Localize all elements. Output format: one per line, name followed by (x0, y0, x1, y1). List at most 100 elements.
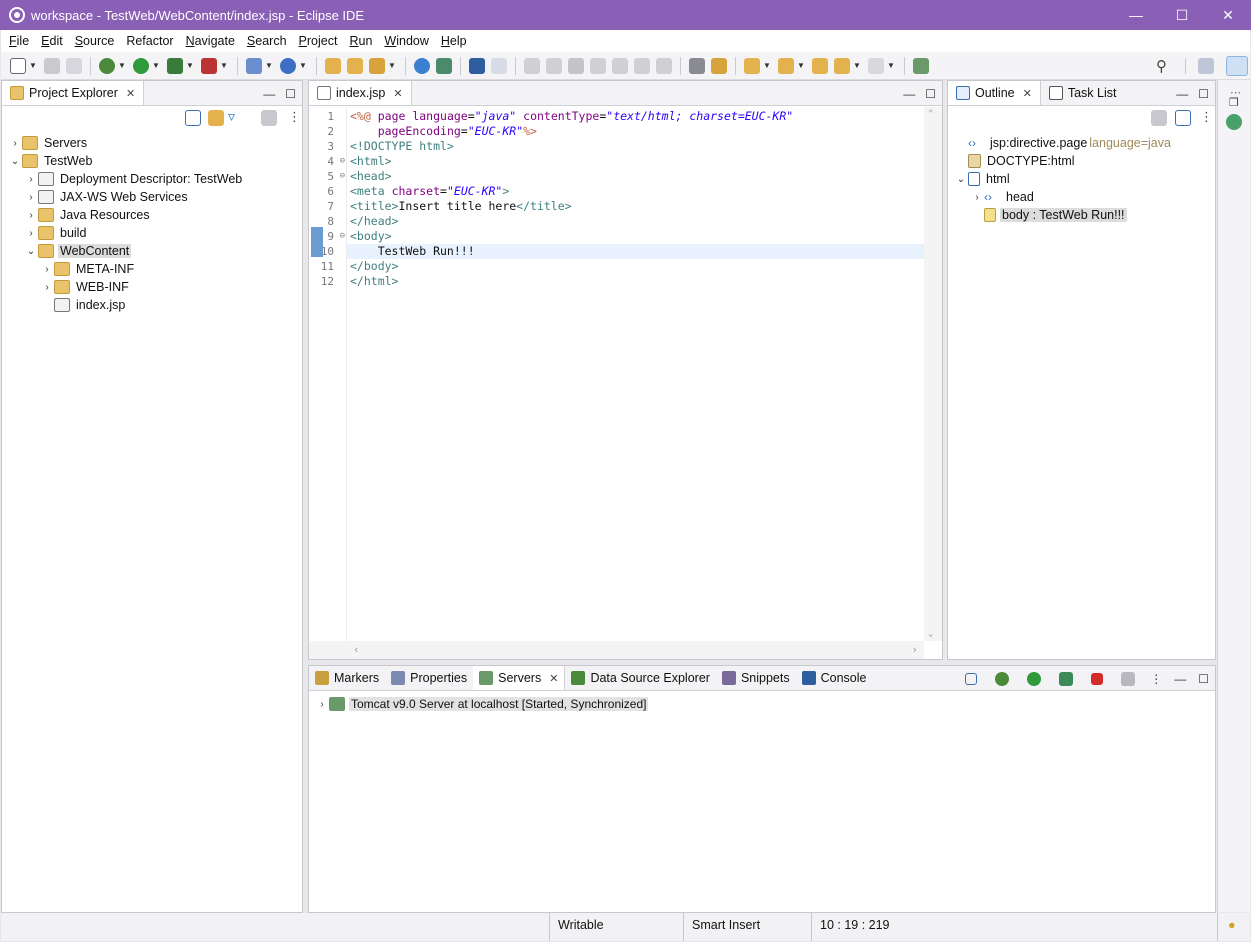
fold-toggle-icon[interactable]: ⊖ (340, 169, 345, 184)
code-line[interactable]: pageEncoding="EUC-KR"%> (347, 124, 924, 139)
code-line[interactable]: <head> (347, 169, 924, 184)
filter-icon[interactable]: ▿ (228, 108, 235, 125)
menu-file[interactable]: File (3, 30, 35, 52)
expand-arrow-icon[interactable]: › (24, 210, 38, 221)
vertical-scrollbar[interactable]: ⌃ ⌄ (924, 107, 942, 641)
close-icon[interactable]: ✕ (126, 87, 135, 100)
expand-arrow-icon[interactable]: › (8, 138, 22, 149)
code-area[interactable]: <%@ page language="java" contentType="te… (347, 107, 924, 641)
pin-editor-icon[interactable] (913, 57, 929, 74)
code-editor[interactable]: 1 2 3 4 ⊖ 5 ⊖ 6 7 8 9 ⊖ 10 11 12 <%@ page language="ja… (309, 107, 942, 659)
view-menu-icon[interactable]: ⋮ (1200, 109, 1213, 125)
view-menu-icon[interactable]: ⋮ (288, 109, 301, 125)
new-dropdown-icon[interactable]: ▼ (29, 61, 37, 70)
close-window-button[interactable]: ✕ (1205, 0, 1251, 30)
open-perspective-icon[interactable] (1198, 58, 1214, 74)
menu-refactor[interactable]: Refactor (120, 30, 179, 52)
server-row[interactable]: › Tomcat v9.0 Server at localhost [Start… (315, 695, 1209, 713)
expand-arrow-icon[interactable]: › (970, 192, 984, 203)
minimize-button[interactable]: — (1113, 0, 1159, 30)
outline-item[interactable]: ‹› jsp:directive.page language=java (948, 134, 1215, 152)
restore-icon[interactable]: ❐ (1229, 96, 1239, 109)
open-type-icon[interactable] (325, 57, 341, 74)
tree-item[interactable]: › JAX-WS Web Services (2, 188, 302, 206)
expand-arrow-icon[interactable]: › (40, 282, 54, 293)
close-icon[interactable]: ✕ (549, 672, 558, 685)
menu-window[interactable]: Window (378, 30, 434, 52)
expand-arrow-icon[interactable]: › (315, 699, 329, 710)
menu-edit[interactable]: Edit (35, 30, 69, 52)
word-wrap-icon[interactable] (689, 57, 705, 74)
collapse-all-icon[interactable] (965, 672, 978, 685)
menu-run[interactable]: Run (343, 30, 378, 52)
tab-task-list[interactable]: Task List (1041, 81, 1125, 105)
line-number-gutter[interactable]: 1 2 3 4 ⊖ 5 ⊖ 6 7 8 9 ⊖ 10 11 12 (309, 107, 347, 641)
terminate-icon[interactable] (568, 57, 584, 74)
minimize-view-icon[interactable]: — (1174, 672, 1186, 686)
outline-item[interactable]: ⌄ html (948, 170, 1215, 188)
jee-perspective-icon[interactable] (1226, 56, 1248, 76)
browser-icon[interactable] (414, 57, 430, 74)
maximize-view-icon[interactable]: ☐ (1198, 672, 1209, 686)
last-edit-icon[interactable] (812, 57, 828, 74)
tree-item[interactable]: index.jsp (2, 296, 302, 314)
menu-navigate[interactable]: Navigate (180, 30, 241, 52)
close-icon[interactable]: ✕ (1023, 87, 1032, 100)
menu-project[interactable]: Project (293, 30, 344, 52)
tree-item[interactable]: ⌄ WebContent (2, 242, 302, 260)
tab-data-source-explorer[interactable]: Data Source Explorer (565, 666, 716, 690)
fold-toggle-icon[interactable]: ⊖ (340, 229, 345, 244)
expand-arrow-icon[interactable]: › (24, 174, 38, 185)
scroll-down-icon[interactable]: ⌄ (928, 629, 933, 639)
debug-server-icon[interactable] (995, 671, 1010, 686)
palette-icon[interactable] (1226, 114, 1242, 130)
outline-item[interactable]: DOCTYPE:html (948, 152, 1215, 170)
new-icon[interactable] (10, 57, 26, 74)
menu-source[interactable]: Source (69, 30, 121, 52)
tab-outline[interactable]: Outline ✕ (948, 81, 1041, 105)
minimize-view-icon[interactable]: — (903, 87, 915, 101)
minimize-view-icon[interactable]: — (1176, 87, 1188, 101)
tab-properties[interactable]: Properties (385, 666, 473, 690)
tab-servers[interactable]: Servers ✕ (473, 666, 566, 690)
step-over-icon[interactable] (634, 57, 650, 74)
maximize-view-icon[interactable]: ☐ (1198, 87, 1209, 101)
forward-icon[interactable] (868, 57, 884, 74)
expand-arrow-icon[interactable]: ⌄ (8, 156, 22, 167)
show-whitespace-icon[interactable] (711, 57, 727, 74)
publish-icon[interactable] (1121, 671, 1136, 686)
stop-server-icon[interactable] (1091, 672, 1104, 685)
tab-index-jsp[interactable]: index.jsp ✕ (309, 81, 412, 105)
tree-item[interactable]: › META-INF (2, 260, 302, 278)
new-server-icon[interactable] (246, 57, 262, 74)
focus-icon[interactable] (261, 110, 277, 126)
code-line[interactable]: <body> (347, 229, 924, 244)
tree-item[interactable]: › WEB-INF (2, 278, 302, 296)
open-task-icon[interactable] (347, 57, 363, 74)
maximize-view-icon[interactable]: ☐ (925, 87, 936, 101)
collapse-all-icon[interactable] (1175, 110, 1191, 126)
expand-arrow-icon[interactable]: › (24, 192, 38, 203)
collapse-all-icon[interactable] (185, 110, 201, 126)
tree-item[interactable]: › build (2, 224, 302, 242)
next-annotation-icon[interactable] (744, 57, 760, 74)
terminal-icon[interactable] (469, 57, 485, 74)
external-tools-icon[interactable] (201, 57, 217, 74)
save-all-icon[interactable] (66, 57, 82, 74)
minimize-view-icon[interactable]: — (263, 87, 275, 101)
fold-toggle-icon[interactable]: ⊖ (340, 154, 345, 169)
previous-annotation-icon[interactable] (778, 57, 794, 74)
expand-arrow-icon[interactable]: ⌄ (24, 246, 38, 257)
suspend-icon[interactable] (546, 57, 562, 74)
code-line[interactable]: <!DOCTYPE html> (347, 139, 924, 154)
status-insert-mode[interactable]: Smart Insert (683, 913, 811, 941)
horizontal-scrollbar[interactable]: ‹ › (309, 641, 924, 659)
expand-arrow-icon[interactable]: › (40, 264, 54, 275)
code-line[interactable]: TestWeb Run!!! (347, 244, 924, 259)
run-icon[interactable] (133, 57, 149, 74)
tree-item[interactable]: › Java Resources (2, 206, 302, 224)
code-line[interactable]: </head> (347, 214, 924, 229)
step-return-icon[interactable] (656, 57, 672, 74)
link-with-editor-icon[interactable] (208, 110, 224, 126)
debug-icon[interactable] (99, 57, 115, 74)
